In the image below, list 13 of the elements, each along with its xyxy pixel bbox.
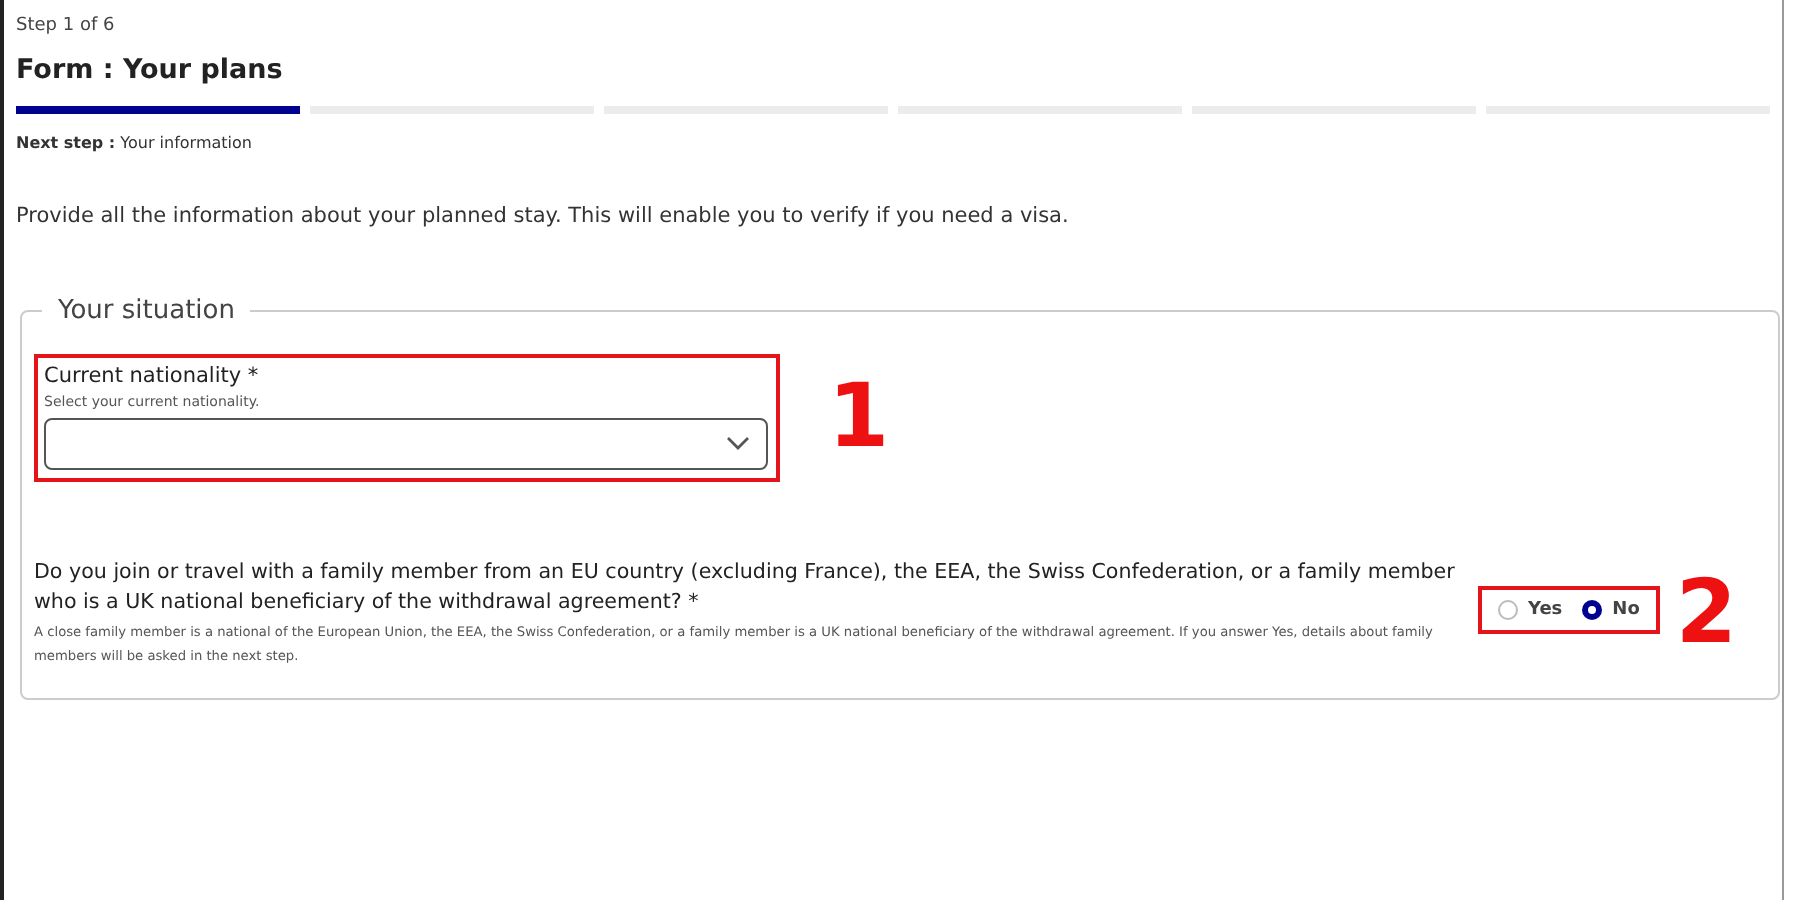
next-step-text: Next step : Your information [16, 134, 254, 152]
intro-text: Provide all the information about your planned stay. This will enable you to verify if you need a visa. [16, 204, 1071, 228]
annotation-number: 2 [1675, 569, 1737, 658]
field-label: Current nationality * [44, 364, 261, 388]
nationality-select[interactable] [44, 418, 768, 470]
step-counter: Step 1 of 6 [16, 16, 117, 36]
section-legend: Your situation [42, 296, 251, 326]
radio-option[interactable]: Yes [1498, 600, 1563, 620]
annotation-number: 1 [828, 374, 890, 462]
form-title: Form : Your plans [16, 54, 285, 86]
chevron-down-icon [726, 436, 750, 452]
question-label: Do you join or travel with a family member from an EU country (excluding France), the EEA, the Swiss Confederation, or a family member who is a UK national beneficiary of the withdrawal agreement? * [34, 558, 1457, 618]
radio-option[interactable]: No [1582, 600, 1640, 620]
